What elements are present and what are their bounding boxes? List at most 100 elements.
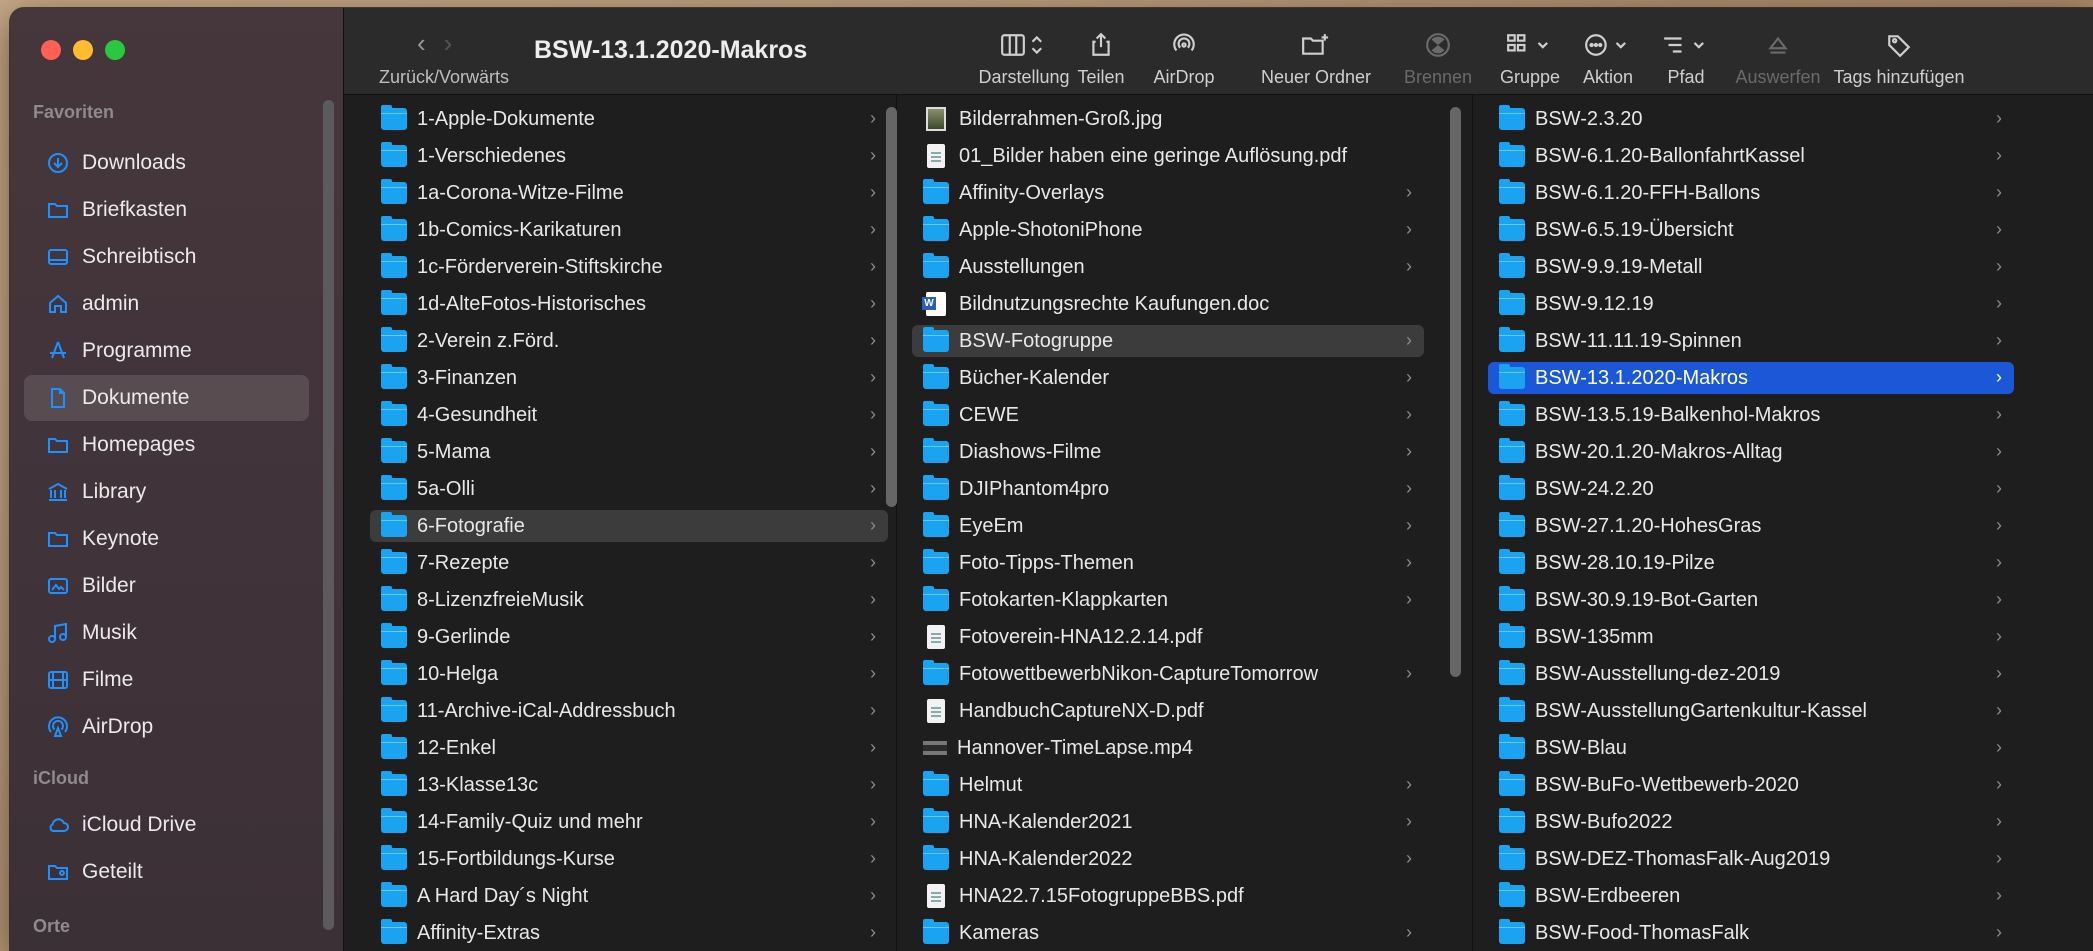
folder-row[interactable]: BSW-Erdbeeren › [1488, 880, 2014, 912]
folder-row[interactable]: Helmut › [912, 769, 1424, 801]
folder-row[interactable]: Ausstellungen › [912, 251, 1424, 283]
close-window-button[interactable] [41, 40, 61, 60]
folder-row[interactable]: FotowettbewerbNikon-CaptureTomorrow › [912, 658, 1424, 690]
folder-row[interactable]: 10-Helga › [370, 658, 888, 690]
folder-row[interactable]: HNA-Kalender2021 › [912, 806, 1424, 838]
folder-row[interactable]: CEWE › [912, 399, 1424, 431]
chevron-right-icon: › [1406, 774, 1412, 794]
folder-row[interactable]: BSW-11.11.19-Spinnen › [1488, 325, 2014, 357]
folder-row[interactable]: BSW-24.2.20 › [1488, 473, 2014, 505]
file-row[interactable]: Hannover-TimeLapse.mp4 [912, 732, 1424, 764]
folder-row[interactable]: BSW-13.1.2020-Makros › [1488, 362, 2014, 394]
folder-row[interactable]: A Hard Day´s Night › [370, 880, 888, 912]
folder-row[interactable]: 3-Finanzen › [370, 362, 888, 394]
sidebar-item-admin[interactable]: admin [24, 281, 309, 327]
sidebar-item-homepages[interactable]: Homepages [24, 422, 309, 468]
folder-row[interactable]: 1d-AlteFotos-Historisches › [370, 288, 888, 320]
sidebar-item-filme[interactable]: Filme [24, 657, 309, 703]
folder-row[interactable]: 2-Verein z.Förd. › [370, 325, 888, 357]
folder-row[interactable]: 6-Fotografie › [370, 510, 888, 542]
folder-row[interactable]: 12-Enkel › [370, 732, 888, 764]
folder-row[interactable]: 5a-Olli › [370, 473, 888, 505]
folder-icon [381, 586, 407, 611]
folder-row[interactable]: 9-Gerlinde › [370, 621, 888, 653]
folder-row[interactable]: BSW-AusstellungGartenkultur-Kassel › [1488, 695, 2014, 727]
sidebar-item-bilder[interactable]: Bilder [24, 563, 309, 609]
zoom-window-button[interactable] [105, 40, 125, 60]
folder-row[interactable]: 1c-Förderverein-Stiftskirche › [370, 251, 888, 283]
folder-row[interactable]: BSW-Food-ThomasFalk › [1488, 917, 2014, 949]
folder-row[interactable]: BSW-Bufo2022 › [1488, 806, 2014, 838]
sidebar-item-briefkasten[interactable]: Briefkasten [24, 187, 309, 233]
folder-row[interactable]: 1-Apple-Dokumente › [370, 103, 888, 135]
file-row[interactable]: Bilderrahmen-Groß.jpg [912, 103, 1424, 135]
folder-row[interactable]: BSW-Fotogruppe › [912, 325, 1424, 357]
folder-row[interactable]: 7-Rezepte › [370, 547, 888, 579]
toolbar-tags-button[interactable]: Tags hinzufügen [1833, 30, 1965, 88]
folder-row[interactable]: Fotokarten-Klappkarten › [912, 584, 1424, 616]
folder-row[interactable]: BSW-6.5.19-Übersicht › [1488, 214, 2014, 246]
folder-row[interactable]: Diashows-Filme › [912, 436, 1424, 468]
folder-row[interactable]: 13-Klasse13c › [370, 769, 888, 801]
folder-row[interactable]: EyeEm › [912, 510, 1424, 542]
back-button[interactable]: ‹ [417, 28, 444, 58]
folder-row[interactable]: BSW-27.1.20-HohesGras › [1488, 510, 2014, 542]
sidebar-item-programme[interactable]: Programme [24, 328, 309, 374]
sidebar-item-airdrop[interactable]: AirDrop [24, 704, 309, 750]
folder-row[interactable]: BSW-BuFo-Wettbewerb-2020 › [1488, 769, 2014, 801]
folder-row[interactable]: 14-Family-Quiz und mehr › [370, 806, 888, 838]
folder-row[interactable]: 8-LizenzfreieMusik › [370, 584, 888, 616]
folder-row[interactable]: BSW-20.1.20-Makros-Alltag › [1488, 436, 2014, 468]
toolbar-airdrop-button[interactable]: AirDrop [1124, 30, 1244, 88]
chevron-right-icon: › [1996, 700, 2002, 720]
toolbar-neuer-ordner-button[interactable]: Neuer Ordner [1256, 30, 1376, 88]
folder-row[interactable]: BSW-9.9.19-Metall › [1488, 251, 2014, 283]
chevron-right-icon: › [870, 256, 876, 276]
folder-row[interactable]: Bücher-Kalender › [912, 362, 1424, 394]
toolbar-auswerfen-button[interactable]: Auswerfen [1718, 30, 1838, 88]
folder-row[interactable]: BSW-9.12.19 › [1488, 288, 2014, 320]
forward-button[interactable]: › [444, 28, 471, 58]
folder-row[interactable]: DJIPhantom4pro › [912, 473, 1424, 505]
folder-row[interactable]: HNA-Kalender2022 › [912, 843, 1424, 875]
folder-row[interactable]: 1b-Comics-Karikaturen › [370, 214, 888, 246]
sidebar-item-downloads[interactable]: Downloads [24, 140, 309, 186]
folder-row[interactable]: BSW-13.5.19-Balkenhol-Makros › [1488, 399, 2014, 431]
folder-row[interactable]: BSW-28.10.19-Pilze › [1488, 547, 2014, 579]
sidebar-scrollbar[interactable] [323, 100, 334, 930]
folder-row[interactable]: BSW-DEZ-ThomasFalk-Aug2019 › [1488, 843, 2014, 875]
column-3: BSW-2.3.20 › BSW-6.1.20-BallonfahrtKassel ›… [1474, 95, 2093, 951]
folder-row[interactable]: BSW-6.1.20-BallonfahrtKassel › [1488, 140, 2014, 172]
file-row[interactable]: HNA22.7.15FotogruppeBBS.pdf [912, 880, 1424, 912]
folder-row[interactable]: BSW-Blau › [1488, 732, 2014, 764]
sidebar-item-dokumente[interactable]: Dokumente [24, 375, 309, 421]
sidebar-item-library[interactable]: Library [24, 469, 309, 515]
minimize-window-button[interactable] [73, 40, 93, 60]
file-row[interactable]: 01_Bilder haben eine geringe Auflösung.p… [912, 140, 1424, 172]
file-row[interactable]: HandbuchCaptureNX-D.pdf [912, 695, 1424, 727]
file-row[interactable]: Fotoverein-HNA12.2.14.pdf [912, 621, 1424, 653]
sidebar-item-icloud-drive[interactable]: iCloud Drive [24, 802, 309, 848]
sidebar-item-geteilt[interactable]: Geteilt [24, 849, 309, 895]
folder-row[interactable]: 11-Archive-iCal-Addressbuch › [370, 695, 888, 727]
folder-row[interactable]: Foto-Tipps-Themen › [912, 547, 1424, 579]
folder-row[interactable]: BSW-2.3.20 › [1488, 103, 2014, 135]
folder-row[interactable]: 1-Verschiedenes › [370, 140, 888, 172]
folder-row[interactable]: Affinity-Overlays › [912, 177, 1424, 209]
sidebar-item-keynote[interactable]: Keynote [24, 516, 309, 562]
folder-row[interactable]: 15-Fortbildungs-Kurse › [370, 843, 888, 875]
column-2-scrollbar[interactable] [1450, 107, 1461, 677]
folder-row[interactable]: 5-Mama › [370, 436, 888, 468]
folder-row[interactable]: Affinity-Extras › [370, 917, 888, 949]
sidebar-item-schreibtisch[interactable]: Schreibtisch [24, 234, 309, 280]
folder-row[interactable]: BSW-6.1.20-FFH-Ballons › [1488, 177, 2014, 209]
folder-row[interactable]: 4-Gesundheit › [370, 399, 888, 431]
folder-row[interactable]: BSW-135mm › [1488, 621, 2014, 653]
folder-row[interactable]: Kameras › [912, 917, 1424, 949]
file-row[interactable]: Bildnutzungsrechte Kaufungen.doc [912, 288, 1424, 320]
sidebar-item-musik[interactable]: Musik [24, 610, 309, 656]
folder-row[interactable]: 1a-Corona-Witze-Filme › [370, 177, 888, 209]
folder-row[interactable]: BSW-30.9.19-Bot-Garten › [1488, 584, 2014, 616]
folder-row[interactable]: BSW-Ausstellung-dez-2019 › [1488, 658, 2014, 690]
folder-row[interactable]: Apple-ShotoniPhone › [912, 214, 1424, 246]
